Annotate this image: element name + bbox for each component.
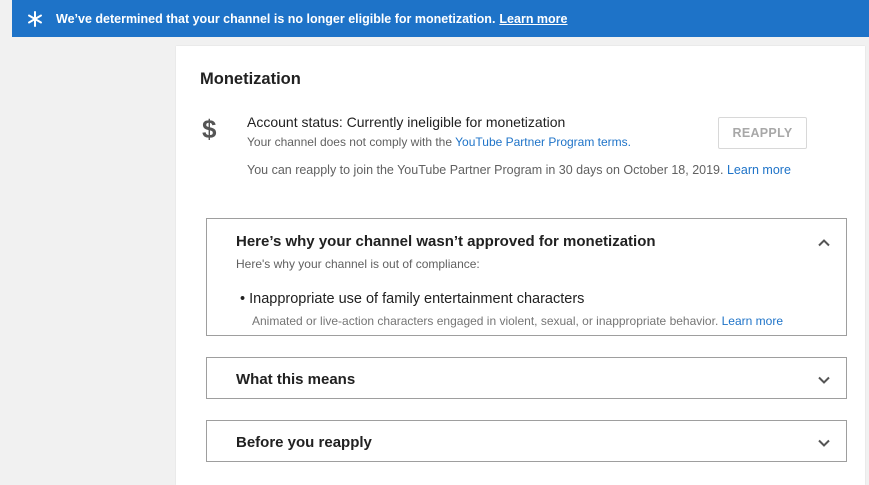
reason-description: Animated or live-action characters engag… [252,314,783,328]
chevron-up-icon[interactable] [816,235,832,251]
banner-message: We’ve determined that your channel is no… [56,11,496,26]
monetization-title: Monetization [200,70,301,88]
reapply-learn-more-link[interactable]: Learn more [727,163,791,177]
reapply-info: You can reapply to join the YouTube Part… [247,163,791,177]
reason-title: Inappropriate use of family entertainmen… [249,291,585,307]
account-status: Account status: Currently ineligible for… [247,114,566,130]
panel-before-you-reapply-header[interactable]: Before you reapply [236,434,372,451]
reason-learn-more-link[interactable]: Learn more [722,314,783,328]
reapply-info-text: You can reapply to join the YouTube Part… [247,163,724,177]
notification-banner: We’ve determined that your channel is no… [12,0,869,37]
panel-what-this-means[interactable]: What this means [206,357,847,399]
compliance-subtitle: Here's why your channel is out of compli… [236,257,480,271]
panel-why-not-approved-header[interactable]: Here’s why your channel wasn’t approved … [236,233,656,250]
banner-learn-more-link[interactable]: Learn more [499,12,567,26]
star-icon [22,0,48,37]
reason-description-text: Animated or live-action characters engag… [252,314,719,328]
reason-item: • Inappropriate use of family entertainm… [240,291,585,307]
chevron-down-icon[interactable] [816,372,832,388]
panel-before-you-reapply[interactable]: Before you reapply [206,420,847,462]
panel-what-this-means-header[interactable]: What this means [236,371,355,388]
monetization-card: Monetization $ Account status: Currently… [176,46,865,485]
reapply-button[interactable]: REAPPLY [718,117,807,149]
dollar-icon: $ [202,114,217,144]
account-status-detail: Your channel does not comply with the Yo… [247,135,631,149]
panel-why-not-approved: Here’s why your channel wasn’t approved … [206,218,847,336]
partner-program-terms-link[interactable]: YouTube Partner Program terms. [455,135,631,149]
status-detail-text: Your channel does not comply with the [247,135,456,149]
chevron-down-icon[interactable] [816,435,832,451]
